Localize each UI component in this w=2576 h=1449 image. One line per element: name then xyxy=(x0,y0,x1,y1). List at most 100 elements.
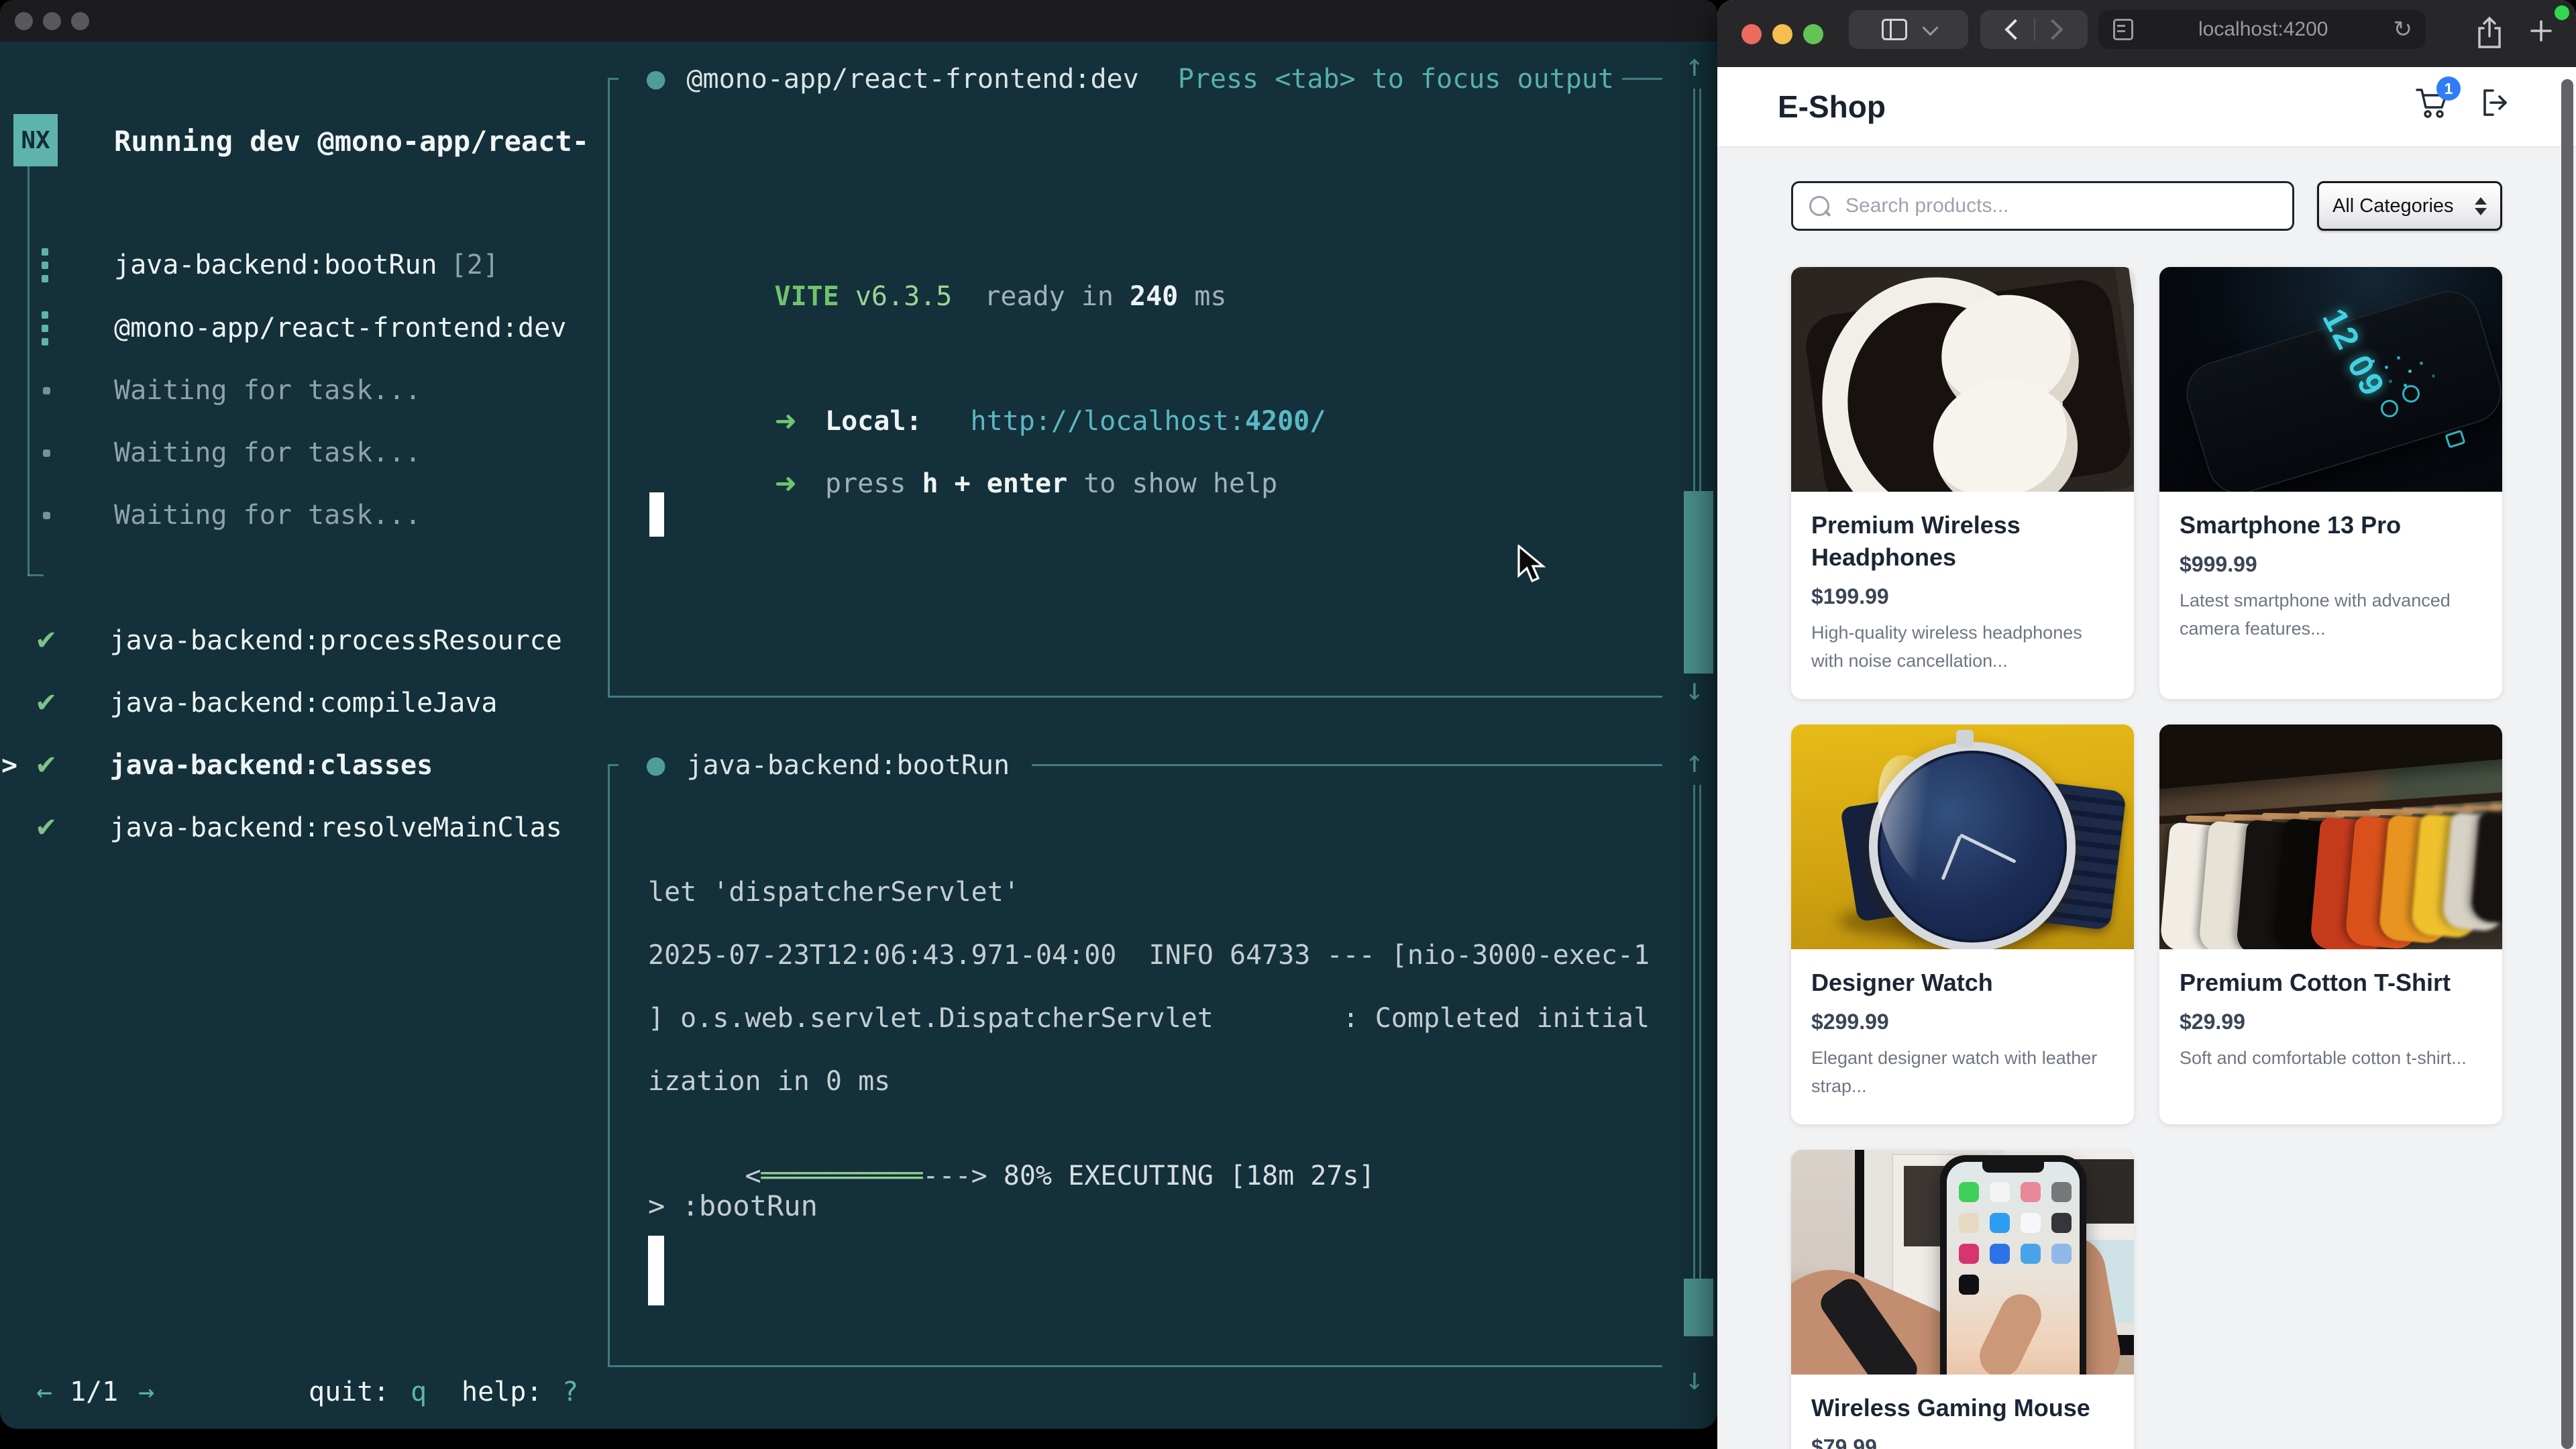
scroll-up-icon[interactable]: ↑ xyxy=(1685,47,1704,83)
search-icon xyxy=(1809,196,1829,216)
task-label: Waiting for task... xyxy=(114,374,421,407)
section-border xyxy=(608,696,1662,698)
task-label: java-backend:resolveMainClas xyxy=(110,812,562,844)
product-image-smartphone: 12 09 xyxy=(2159,267,2502,492)
local-url-port[interactable]: 4200/ xyxy=(1245,406,1326,437)
task-row: ✔ java-backend:resolveMainClas xyxy=(0,812,562,844)
next-page-icon[interactable]: → xyxy=(138,1376,154,1408)
reload-icon[interactable]: ↻ xyxy=(2394,16,2413,43)
check-icon: ✔ xyxy=(35,812,58,844)
share-icon[interactable] xyxy=(2474,15,2505,51)
waiting-dot-icon xyxy=(43,387,50,394)
gradle-prompt-line: > :bootRun xyxy=(648,1190,818,1222)
safari-window: localhost:4200 ↻ E-Shop xyxy=(1717,0,2576,1449)
product-grid: Premium Wireless Headphones $199.99 High… xyxy=(1791,267,2502,1449)
product-image-headphones xyxy=(1791,267,2134,492)
search-input[interactable] xyxy=(1844,194,2276,218)
minimize-window-icon[interactable] xyxy=(1772,24,1792,44)
logout-button[interactable] xyxy=(2479,87,2512,119)
screen-indicator-dot xyxy=(2555,5,2569,20)
page-scrollbar-thumb[interactable] xyxy=(2561,79,2573,1449)
product-name: Premium Cotton T-Shirt xyxy=(2180,967,2482,999)
category-selected-value: All Categories xyxy=(2332,195,2454,217)
scrollbar-track[interactable] xyxy=(1693,785,1701,1334)
zoom-window-icon[interactable] xyxy=(71,12,89,30)
back-icon[interactable] xyxy=(2004,19,2025,40)
scrollbar-thumb[interactable] xyxy=(1684,491,1713,674)
url-text[interactable]: localhost:4200 xyxy=(2133,18,2394,41)
task-tree-line-foot xyxy=(28,574,44,576)
terminal-titlebar xyxy=(0,0,1717,42)
task-row: ✔ java-backend:processResource xyxy=(0,625,562,657)
product-price: $199.99 xyxy=(1811,584,2114,609)
product-card[interactable]: Premium Wireless Headphones $199.99 High… xyxy=(1791,267,2134,699)
select-stepper-icon xyxy=(2475,197,2487,215)
page-format-icon[interactable] xyxy=(2113,19,2133,40)
chevron-down-icon xyxy=(1922,19,1938,36)
task-label: java-backend:compileJava xyxy=(110,687,498,719)
scrollbar-thumb[interactable] xyxy=(1684,1279,1713,1336)
task-row: @mono-app/react-frontend:dev xyxy=(0,312,566,344)
task-label: @mono-app/react-frontend:dev xyxy=(114,312,566,344)
new-tab-icon[interactable] xyxy=(2526,16,2556,46)
scroll-down-icon[interactable]: ↓ xyxy=(1685,671,1704,707)
cart-count-badge: 1 xyxy=(2436,76,2461,101)
local-url-link[interactable]: http://localhost: xyxy=(971,406,1245,437)
product-card[interactable]: Designer Watch $299.99 Elegant designer … xyxy=(1791,724,2134,1124)
prev-page-icon[interactable]: ← xyxy=(36,1376,52,1408)
task-row: Waiting for task... xyxy=(0,499,421,531)
task-row: Waiting for task... xyxy=(0,374,421,407)
product-price: $29.99 xyxy=(2180,1010,2482,1034)
quit-label: quit: xyxy=(309,1376,389,1408)
check-icon: ✔ xyxy=(35,625,58,657)
task-row: java-backend:bootRun [2] xyxy=(0,249,499,281)
close-window-icon[interactable] xyxy=(15,12,33,30)
log-line: let 'dispatcherServlet' xyxy=(648,876,1020,908)
shop-header: E-Shop 1 xyxy=(1717,67,2576,148)
section-border xyxy=(1622,78,1662,80)
check-icon: ✔ xyxy=(35,749,58,782)
terminal-run-title: Running dev @mono-app/react- xyxy=(114,126,589,157)
section-border xyxy=(608,78,610,698)
address-bar[interactable]: localhost:4200 ↻ xyxy=(2098,10,2426,49)
task-label: Waiting for task... xyxy=(114,437,421,469)
section-border xyxy=(608,1365,1662,1367)
product-name: Wireless Gaming Mouse xyxy=(1811,1392,2114,1424)
help-key: ? xyxy=(562,1376,578,1408)
terminal-cursor xyxy=(649,492,664,537)
sidebar-toggle-button[interactable] xyxy=(1849,10,1968,49)
product-card[interactable]: 12 09 Smartphone 13 Pro $999.99 Latest s… xyxy=(2159,267,2502,699)
category-select[interactable]: All Categories xyxy=(2317,181,2502,231)
section-border xyxy=(1032,764,1662,766)
terminal-window: NX Running dev @mono-app/react- java-bac… xyxy=(0,0,1717,1429)
minimize-window-icon[interactable] xyxy=(43,12,61,30)
task-label: java-backend:classes xyxy=(110,749,433,782)
scroll-down-icon[interactable]: ↓ xyxy=(1685,1360,1704,1397)
forward-icon[interactable] xyxy=(2042,19,2063,40)
desktop: NX Running dev @mono-app/react- java-bac… xyxy=(0,0,2576,1449)
product-card[interactable]: Premium Cotton T-Shirt $29.99 Soft and c… xyxy=(2159,724,2502,1124)
search-field[interactable] xyxy=(1791,181,2294,231)
product-description: Latest smartphone with advanced camera f… xyxy=(2180,586,2482,643)
product-card[interactable]: Wireless Gaming Mouse $79.99 High-perfor… xyxy=(1791,1150,2134,1449)
logout-icon xyxy=(2479,87,2512,119)
product-description: High-quality wireless headphones with no… xyxy=(1811,619,2114,675)
product-price: $299.99 xyxy=(1811,1010,2114,1034)
log-line: ] o.s.web.servlet.DispatcherServlet : Co… xyxy=(648,1002,1650,1034)
close-window-icon[interactable] xyxy=(1741,24,1762,44)
help-hint-line: ➜pressh + enterto show help xyxy=(678,435,1277,532)
waiting-dot-icon xyxy=(43,512,50,519)
scroll-up-icon[interactable]: ↑ xyxy=(1685,743,1704,780)
product-image-tshirts xyxy=(2159,724,2502,949)
cart-button[interactable]: 1 xyxy=(2415,86,2450,119)
zoom-window-icon[interactable] xyxy=(1803,24,1823,44)
task-label: java-backend:bootRun xyxy=(114,249,437,281)
spinner-icon xyxy=(42,311,48,345)
mouse-cursor xyxy=(1517,545,1548,586)
task-count: [2] xyxy=(451,249,499,281)
product-price: $79.99 xyxy=(1811,1435,2114,1449)
terminal-cursor xyxy=(648,1236,664,1305)
sidebar-icon xyxy=(1882,19,1907,40)
check-icon: ✔ xyxy=(35,687,58,719)
task-label: java-backend:processResource xyxy=(110,625,562,657)
